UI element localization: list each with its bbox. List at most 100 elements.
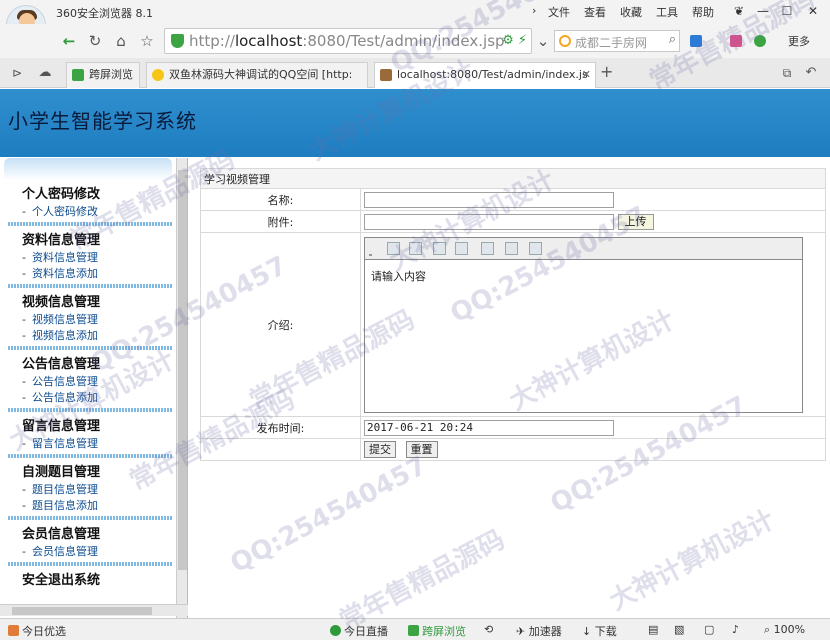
empty-cell [200, 438, 361, 461]
accelerator[interactable]: ✈ 加速器 [516, 623, 562, 639]
sidebar-group-title[interactable]: 公告信息管理 [8, 356, 172, 374]
speaker-icon[interactable]: ♪ [732, 623, 739, 636]
scrollbar-thumb[interactable] [12, 607, 152, 615]
cloud-icon[interactable]: ☁ [34, 62, 56, 84]
close-tab-icon[interactable]: ✕ [582, 63, 591, 87]
play-icon [330, 625, 341, 636]
reset-button[interactable]: 重置 [405, 441, 438, 458]
undo-icon[interactable]: ↶ [800, 62, 822, 84]
skin-icon[interactable]: ❦ [728, 2, 750, 20]
today-live[interactable]: 今日直播 [330, 623, 388, 639]
cross-screen-browse[interactable]: 跨屏浏览 [408, 623, 466, 639]
home-icon[interactable]: ⌂ [110, 30, 132, 52]
attachment-input[interactable] [364, 213, 614, 230]
scrollbar-thumb[interactable] [178, 170, 187, 570]
zoom-icon: ⌕ [764, 623, 774, 636]
sidebar-group-title[interactable]: 个人密码修改 [8, 186, 172, 204]
sidebar-item[interactable]: 公告信息添加 [8, 390, 172, 406]
sidebar-item[interactable]: 题目信息添加 [8, 498, 172, 514]
lightning-icon[interactable]: ⚙ ⚡ [502, 33, 527, 48]
menu-view[interactable]: 查看 [584, 4, 606, 20]
sidebar-group-title[interactable]: 资料信息管理 [8, 232, 172, 250]
rich-text-editor[interactable]: 请输入内容 [364, 236, 803, 413]
chevron-down-icon[interactable]: ⌄ [532, 30, 554, 52]
phone-icon [408, 625, 419, 636]
menu-favorites[interactable]: 收藏 [620, 4, 642, 20]
page-icon [380, 69, 392, 81]
minimize-button[interactable]: — [752, 2, 774, 20]
sidebar-group-title[interactable]: 安全退出系统 [8, 572, 172, 590]
download-icon: ↓ [582, 625, 595, 638]
system-title: 小学生智能学习系统 [8, 109, 197, 133]
sidebar-item[interactable]: 个人密码修改 [8, 204, 172, 220]
sidebar-divider [8, 454, 172, 458]
more-button[interactable]: 更多 [788, 33, 810, 49]
history-icon[interactable]: ⟲ [484, 623, 493, 636]
submit-button[interactable]: 提交 [364, 441, 396, 458]
new-tab-button[interactable]: + [600, 62, 613, 81]
sidebar-group: 会员信息管理会员信息管理 [8, 526, 172, 566]
unlink-icon[interactable] [505, 241, 518, 255]
browser-titlebar: 360安全浏览器 8.1 › 文件 查看 收藏 工具 帮助 ❦ — ☐ ✕ [0, 0, 830, 24]
name-label: 名称: [200, 188, 361, 211]
search-box[interactable]: 成都二手房网 ⌕ [554, 30, 680, 52]
search-icon[interactable]: ⌕ [669, 32, 676, 47]
sidebar-group-title[interactable]: 视频信息管理 [8, 294, 172, 312]
sidebar-item[interactable]: 会员信息管理 [8, 544, 172, 560]
search-input[interactable]: 成都二手房网 [575, 34, 647, 51]
link-icon[interactable] [481, 241, 494, 255]
zoom[interactable]: ⌕ 100% [764, 623, 805, 637]
refresh-icon[interactable]: ↻ [84, 30, 106, 52]
back-arrow-icon[interactable]: ← [58, 30, 80, 52]
clipboard-icon[interactable]: ▤ [648, 623, 658, 636]
tab-qq-space[interactable]: 双鱼林源码大神调试的QQ空间 [http: [146, 62, 368, 88]
tab-admin-index[interactable]: localhost:8080/Test/admin/index.js ✕ [374, 62, 596, 88]
sidebar-item[interactable]: 视频信息管理 [8, 312, 172, 328]
sidebar-item[interactable]: 公告信息管理 [8, 374, 172, 390]
sidebar-menu: 个人密码修改个人密码修改资料信息管理资料信息管理资料信息添加视频信息管理视频信息… [8, 186, 172, 594]
name-input[interactable] [364, 191, 614, 208]
media-icon[interactable] [455, 241, 468, 255]
upload-button[interactable]: 上传 [617, 213, 654, 230]
window-icon[interactable]: ▢ [704, 623, 714, 636]
sidebar-group-title[interactable]: 留言信息管理 [8, 418, 172, 436]
sidebar-toggle-icon[interactable]: ⊳ [6, 62, 28, 84]
sidebar-horizontal-scrollbar[interactable] [0, 604, 188, 616]
publish-time-label: 发布时间: [200, 416, 361, 439]
menu-help[interactable]: 帮助 [692, 4, 714, 20]
sidebar-group-title[interactable]: 自测题目管理 [8, 464, 172, 482]
sidebar-scrollbar[interactable] [176, 158, 187, 618]
extension-icon[interactable] [730, 35, 742, 47]
menu-file[interactable]: 文件 [548, 4, 570, 20]
address-bar[interactable]: http://localhost:8080/Test/admin/index.j… [164, 28, 532, 54]
star-icon[interactable]: ☆ [136, 30, 158, 52]
editor-content[interactable]: 请输入内容 [371, 268, 426, 284]
menu-tools[interactable]: 工具 [656, 4, 678, 20]
today-picks[interactable]: 今日优选 [8, 623, 66, 639]
sidebar-item[interactable]: 题目信息管理 [8, 482, 172, 498]
source-icon[interactable] [529, 241, 542, 255]
main-content: 学习视频管理 名称: 附件: 上传 介绍: 请输入内容 发布时间: 2017-0… [196, 168, 830, 618]
sidebar-item[interactable]: 留言信息管理 [8, 436, 172, 452]
restore-icon[interactable]: ⧉ [776, 62, 798, 84]
format-icon[interactable] [387, 241, 400, 255]
table-icon[interactable] [433, 241, 446, 255]
shield-icon [171, 34, 184, 48]
sidebar-item[interactable]: 视频信息添加 [8, 328, 172, 344]
gallery-icon[interactable]: ▧ [674, 623, 684, 636]
sidebar-item[interactable]: 资料信息管理 [8, 250, 172, 266]
address-text[interactable]: http://localhost:8080/Test/admin/index.j… [189, 32, 505, 50]
gift-icon [8, 625, 19, 636]
security-icon[interactable] [754, 35, 766, 47]
close-window-button[interactable]: ✕ [802, 2, 824, 20]
apps-icon[interactable] [690, 35, 702, 47]
maximize-button[interactable]: ☐ [776, 2, 798, 20]
download[interactable]: ↓ 下载 [582, 623, 617, 639]
image-icon[interactable] [409, 241, 422, 255]
sidebar-top-decoration [4, 158, 172, 180]
sidebar-group-title[interactable]: 会员信息管理 [8, 526, 172, 544]
sidebar-item[interactable]: 资料信息添加 [8, 266, 172, 282]
menu-arrow-icon[interactable]: › [532, 4, 536, 17]
publish-time-input[interactable]: 2017-06-21 20:24 [364, 419, 614, 436]
tab-cross-screen[interactable]: 跨屏浏览 [66, 62, 140, 88]
